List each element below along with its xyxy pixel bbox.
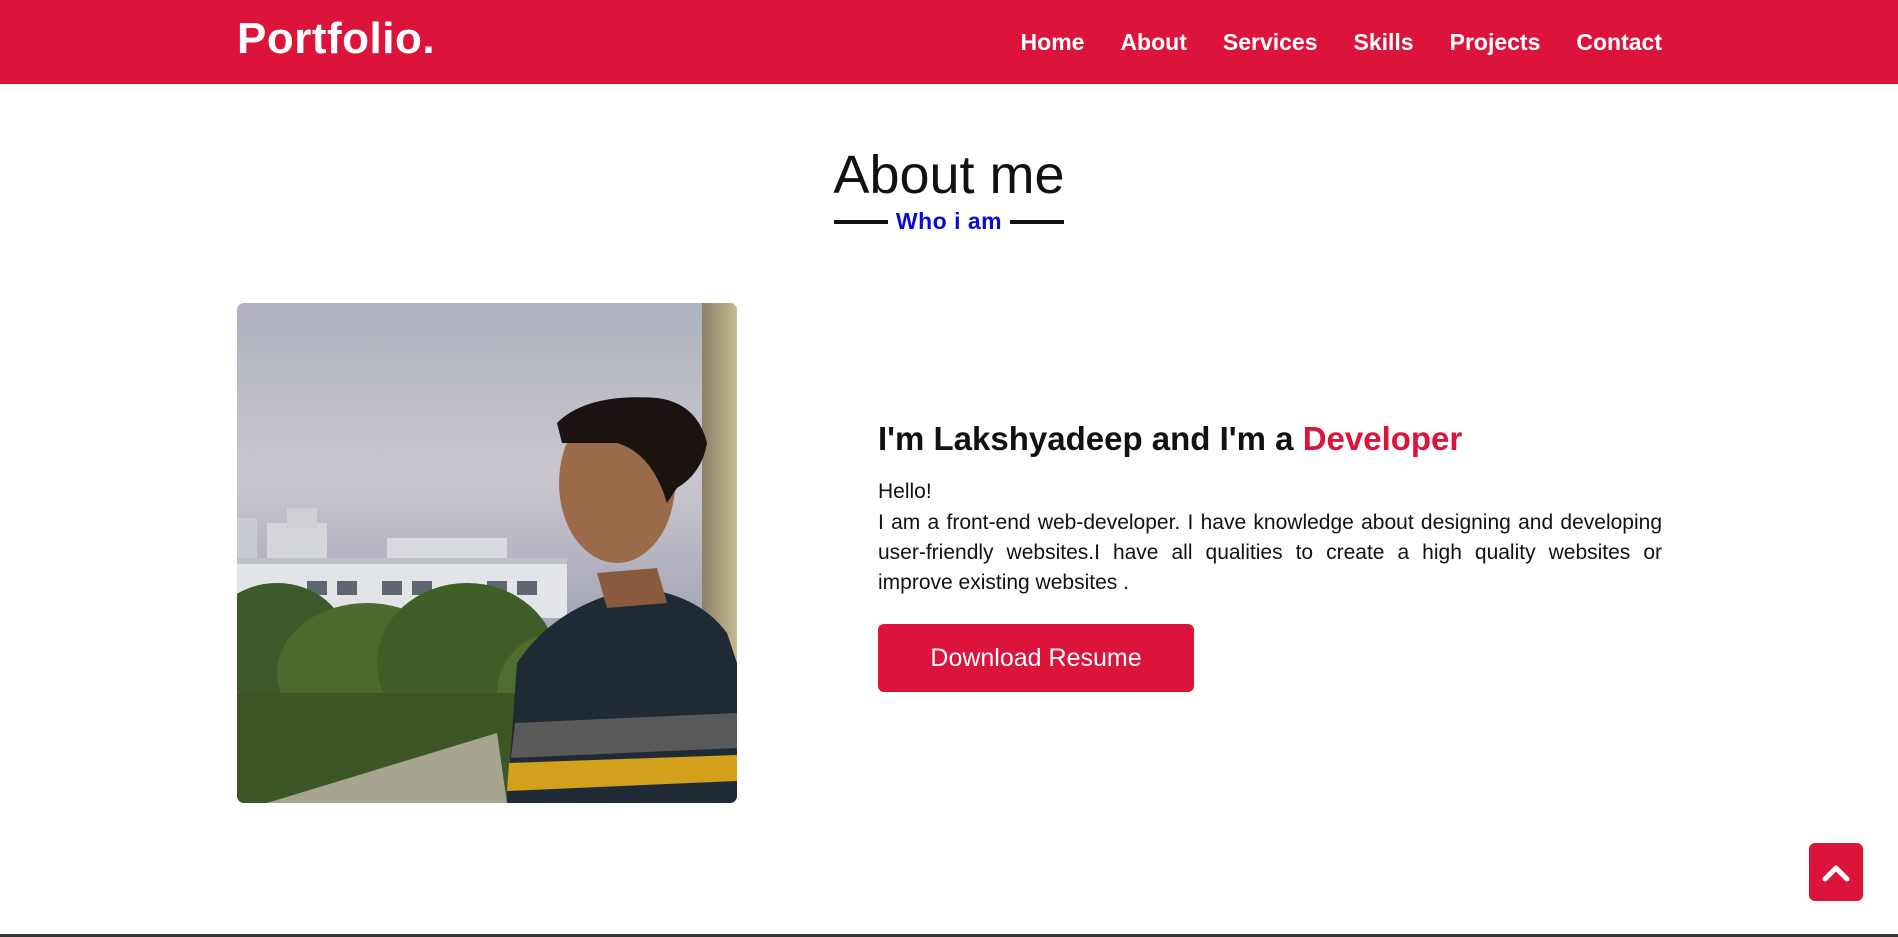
about-greeting: Hello!: [878, 480, 932, 503]
profile-photo: [237, 303, 737, 803]
section-subtitle: Who i am: [0, 208, 1898, 235]
nav-item-projects[interactable]: Projects: [1450, 29, 1541, 56]
nav-item-services[interactable]: Services: [1223, 29, 1318, 56]
nav-item-home[interactable]: Home: [1021, 29, 1085, 56]
headline-prefix: I'm Lakshyadeep and I'm a: [878, 420, 1303, 457]
download-resume-button[interactable]: Download Resume: [878, 624, 1194, 692]
about-text-block: I'm Lakshyadeep and I'm a Developer Hell…: [878, 420, 1662, 692]
site-logo[interactable]: Portfolio.: [237, 14, 435, 64]
about-headline: I'm Lakshyadeep and I'm a Developer: [878, 420, 1662, 458]
chevron-up-icon: [1822, 865, 1850, 882]
scroll-to-top-button[interactable]: [1809, 843, 1863, 901]
nav-item-contact[interactable]: Contact: [1576, 29, 1662, 56]
nav-item-about[interactable]: About: [1120, 29, 1186, 56]
section-title: About me: [833, 145, 1065, 205]
nav-item-skills[interactable]: Skills: [1354, 29, 1414, 56]
headline-accent: Developer: [1302, 420, 1463, 457]
subtitle-left-line: [833, 219, 888, 224]
nav-menu: Home About Services Skills Projects Cont…: [985, 0, 1662, 84]
navbar: Portfolio. Home About Services Skills Pr…: [0, 0, 1898, 84]
subtitle-text: Who i am: [895, 208, 1003, 234]
subtitle-right-line: [1010, 219, 1065, 224]
about-description: I am a front-end web-developer. I have k…: [878, 511, 1662, 594]
